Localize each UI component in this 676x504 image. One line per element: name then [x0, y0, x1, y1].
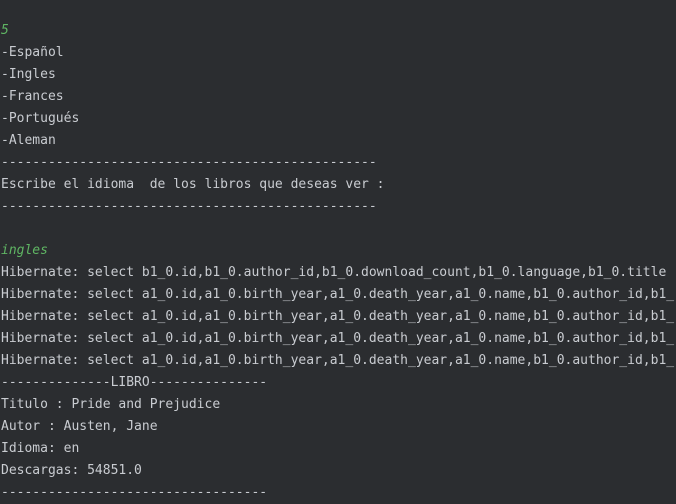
console-output-line: Titulo : Pride and Prejudice: [1, 397, 221, 412]
console-log-line: Hibernate: select a1_0.id,a1_0.birth_yea…: [1, 309, 675, 324]
console-output-line: Autor : Austen, Jane: [1, 419, 158, 434]
console-section-header: --------------LIBRO---------------: [1, 375, 268, 390]
console-input-line: ingles: [1, 243, 48, 258]
console-log-line: Hibernate: select a1_0.id,a1_0.birth_yea…: [1, 331, 675, 346]
console-log-line: Hibernate: select a1_0.id,a1_0.birth_yea…: [1, 287, 675, 302]
console-log-line: Hibernate: select a1_0.id,a1_0.birth_yea…: [1, 353, 675, 368]
console-prompt-line: Escribe el idioma de los libros que dese…: [1, 177, 385, 192]
console-output[interactable]: 5 -Español -Ingles -Frances -Portugués -…: [0, 0, 676, 504]
console-separator: ----------------------------------: [1, 485, 268, 500]
console-output-line: Idioma: en: [1, 441, 80, 456]
console-log-line: Hibernate: select b1_0.id,b1_0.author_id…: [1, 265, 667, 280]
console-output-line: -Ingles: [1, 67, 56, 82]
console-output-line: -Portugués: [1, 111, 80, 126]
console-output-line: -Frances: [1, 89, 64, 104]
console-separator: ----------------------------------------…: [1, 155, 377, 170]
console-separator: ----------------------------------------…: [1, 199, 377, 214]
console-output-line: -Español: [1, 45, 64, 60]
console-output-line: Descargas: 54851.0: [1, 463, 142, 478]
console-input-line: 5: [1, 23, 9, 38]
console-output-line: -Aleman: [1, 133, 56, 148]
